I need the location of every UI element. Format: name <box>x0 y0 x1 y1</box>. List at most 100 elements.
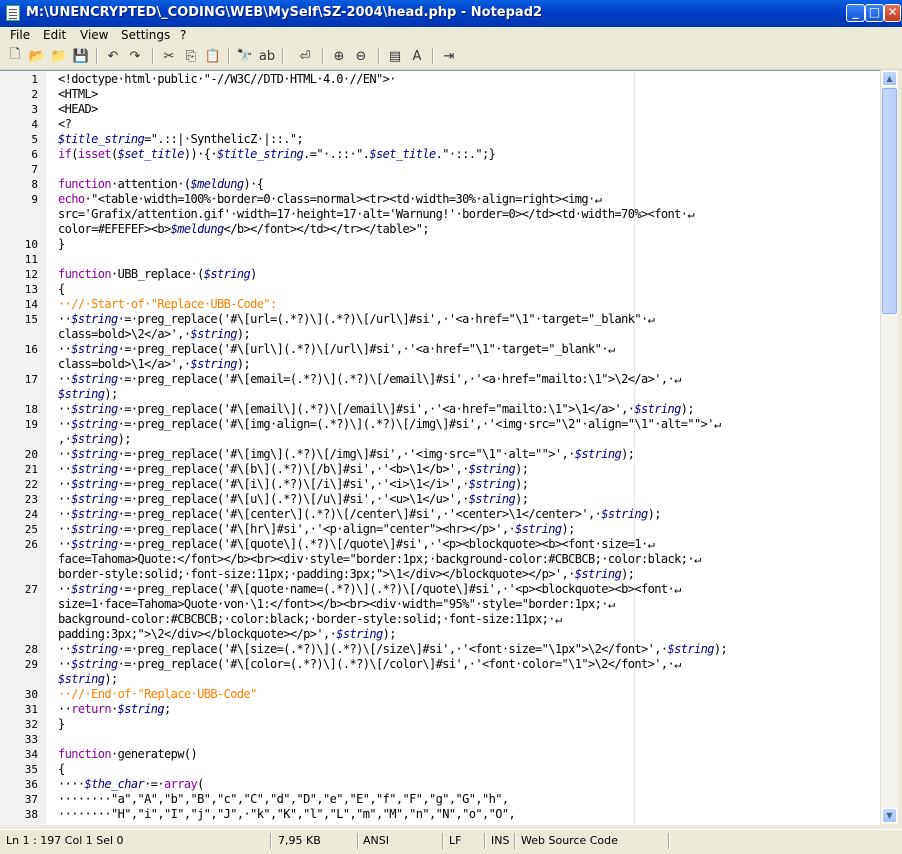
zoom-in-icon[interactable]: ⊕ <box>330 47 348 65</box>
minimize-button[interactable]: _ <box>846 4 865 22</box>
code-line[interactable]: border-style:solid;·font-size:11px;·padd… <box>0 567 880 582</box>
scheme-icon[interactable]: ▤ <box>386 47 404 65</box>
code-line[interactable]: 37 ········"a","A","b","B","c","C","d","D… <box>0 792 880 807</box>
code-line[interactable]: 15 ··$string·=·preg_replace('#\[url=(.*?)… <box>0 312 880 327</box>
line-number: 26 <box>24 538 38 551</box>
code-line[interactable]: 6 if(isset($set_title))·{·$title_string.=… <box>0 147 880 162</box>
code-line[interactable]: ,·$string); <box>0 432 880 447</box>
line-number: 23 <box>24 493 38 506</box>
code-line[interactable]: 38 ········"H","i","I","j","J",·"k","K","… <box>0 807 880 822</box>
code-line[interactable]: size=1·face=Tahoma>Quote·von·\1:</font><… <box>0 597 880 612</box>
vertical-scrollbar[interactable]: ▲ ▼ <box>880 70 898 824</box>
code-line[interactable]: 20 ··$string·=·preg_replace('#\[img\](.*?… <box>0 447 880 462</box>
redo-icon[interactable]: ↷ <box>126 47 144 65</box>
code-line[interactable]: 13 { <box>0 282 880 297</box>
code-line[interactable]: 30 ··//·End·of·"Replace·UBB-Code" <box>0 687 880 702</box>
close-button[interactable]: ✕ <box>884 4 901 22</box>
line-number: 2 <box>31 88 38 101</box>
code-line[interactable]: $string); <box>0 387 880 402</box>
scroll-up-arrow-icon[interactable]: ▲ <box>882 71 897 86</box>
cut-icon[interactable]: ✂ <box>160 47 178 65</box>
status-scheme[interactable]: Web Source Code <box>521 834 618 847</box>
code-line[interactable]: 28 ··$string·=·preg_replace('#\[size=(.*?… <box>0 642 880 657</box>
copy-icon[interactable]: ⎘ <box>182 47 200 65</box>
exit-icon[interactable]: ⇥ <box>440 47 458 65</box>
code-line[interactable]: 5 $title_string=".::|·SynthelicZ·|::."; <box>0 132 880 147</box>
code-line[interactable]: 17 ··$string·=·preg_replace('#\[email=(.*… <box>0 372 880 387</box>
code-line[interactable]: 34 function·generatepw() <box>0 747 880 762</box>
line-text: ··$string·=·preg_replace('#\[size=(.*?)\… <box>58 642 728 656</box>
code-line[interactable]: 23 ··$string·=·preg_replace('#\[u\](.*?)\… <box>0 492 880 507</box>
code-line[interactable]: padding:3px;">\2</div></blockquote></p>'… <box>0 627 880 642</box>
code-line[interactable]: 21 ··$string·=·preg_replace('#\[b\](.*?)\… <box>0 462 880 477</box>
line-text: ··$string·=·preg_replace('#\[quote\](.*?… <box>58 537 655 551</box>
line-number: 28 <box>24 643 38 656</box>
code-line[interactable]: 18 ··$string·=·preg_replace('#\[email\](.… <box>0 402 880 417</box>
code-line[interactable]: 33 <box>0 732 880 747</box>
code-line[interactable]: $string); <box>0 672 880 687</box>
paste-icon[interactable]: 📋 <box>204 47 222 65</box>
menu-view[interactable]: View <box>80 28 108 42</box>
code-line[interactable]: 4 <? <box>0 117 880 132</box>
code-line[interactable]: face=Tahoma>Quote:</font></b><br><div·st… <box>0 552 880 567</box>
menu-file[interactable]: File <box>10 28 30 42</box>
line-text: ··$string·=·preg_replace('#\[center\](.*… <box>58 507 661 521</box>
code-line[interactable]: 10} <box>0 237 880 252</box>
code-line[interactable]: class=bold>\1</a>',·$string); <box>0 357 880 372</box>
line-text: <? <box>58 117 72 131</box>
code-line[interactable]: 2 <HTML> <box>0 87 880 102</box>
menu-edit[interactable]: Edit <box>43 28 66 42</box>
code-line[interactable]: 32} <box>0 717 880 732</box>
line-number: 35 <box>24 763 38 776</box>
code-line[interactable]: 9 echo·"<table·width=100%·border=0·class=… <box>0 192 880 207</box>
code-line[interactable]: 27 ··$string·=·preg_replace('#\[quote·nam… <box>0 582 880 597</box>
menu-help[interactable]: ? <box>180 28 186 42</box>
code-line[interactable]: 3 <HEAD> <box>0 102 880 117</box>
code-line[interactable]: 12 function·UBB_replace·($string) <box>0 267 880 282</box>
line-text: ··$string·=·preg_replace('#\[url\](.*?)\… <box>58 342 615 356</box>
word-wrap-icon[interactable]: ⏎ <box>296 47 314 65</box>
browse-icon[interactable]: 📁 <box>50 47 68 65</box>
editor-area[interactable]: 1 <!doctype·html·public·"-//W3C//DTD·HTML… <box>0 70 880 825</box>
line-text: src='Grafix/attention.gif'·width=17·heig… <box>58 207 695 221</box>
code-line[interactable]: 22 ··$string·=·preg_replace('#\[i\](.*?)\… <box>0 477 880 492</box>
code-line[interactable]: class=bold>\2</a>',·$string); <box>0 327 880 342</box>
line-text: function·attention·($meldung)·{ <box>58 177 264 191</box>
save-icon[interactable]: 💾 <box>72 47 90 65</box>
code-line[interactable]: 1 <!doctype·html·public·"-//W3C//DTD·HTML… <box>0 72 880 87</box>
replace-icon[interactable]: ab <box>258 47 276 65</box>
code-line[interactable]: color=#EFEFEF><b>$meldung</b></font></td… <box>0 222 880 237</box>
zoom-out-icon[interactable]: ⊖ <box>352 47 370 65</box>
code-line[interactable]: 8 function·attention·($meldung)·{ <box>0 177 880 192</box>
open-folder-icon[interactable]: 📂 <box>28 47 46 65</box>
notepad-app-icon[interactable] <box>6 5 20 21</box>
status-line-ending[interactable]: LF <box>449 834 461 847</box>
find-icon[interactable]: 🔭 <box>236 47 254 65</box>
maximize-button[interactable]: □ <box>865 4 884 22</box>
code-line[interactable]: 26 ··$string·=·preg_replace('#\[quote\](.… <box>0 537 880 552</box>
code-line[interactable]: 25 ··$string·=·preg_replace('#\[hr\]#si',… <box>0 522 880 537</box>
code-line[interactable]: 19 ··$string·=·preg_replace('#\[img·align… <box>0 417 880 432</box>
code-line[interactable]: 24 ··$string·=·preg_replace('#\[center\](… <box>0 507 880 522</box>
code-line[interactable]: 16 ··$string·=·preg_replace('#\[url\](.*?… <box>0 342 880 357</box>
code-line[interactable]: 7 <box>0 162 880 177</box>
code-line[interactable]: 11 <box>0 252 880 267</box>
code-line[interactable]: 31 ··return·$string; <box>0 702 880 717</box>
menu-settings[interactable]: Settings <box>121 28 170 42</box>
line-text: padding:3px;">\2</div></blockquote></p>'… <box>58 627 396 641</box>
status-overtype[interactable]: INS <box>491 834 509 847</box>
code-line[interactable]: 36 ····$the_char·=·array( <box>0 777 880 792</box>
code-line[interactable]: background-color:#CBCBCB;·color:black;·b… <box>0 612 880 627</box>
code-line[interactable]: 29 ··$string·=·preg_replace('#\[color=(.*… <box>0 657 880 672</box>
code-line[interactable]: 35 { <box>0 762 880 777</box>
scroll-thumb[interactable] <box>882 88 897 314</box>
status-encoding[interactable]: ANSI <box>363 834 389 847</box>
code-line[interactable]: 14 ··//·Start·of·"Replace·UBB-Code": <box>0 297 880 312</box>
font-icon[interactable]: A <box>408 47 426 65</box>
scroll-down-arrow-icon[interactable]: ▼ <box>882 808 897 823</box>
code-line[interactable]: src='Grafix/attention.gif'·width=17·heig… <box>0 207 880 222</box>
undo-icon[interactable]: ↶ <box>104 47 122 65</box>
line-number: 30 <box>24 688 38 701</box>
line-number: 19 <box>24 418 38 431</box>
new-file-icon[interactable]: 🗋 <box>6 47 24 65</box>
